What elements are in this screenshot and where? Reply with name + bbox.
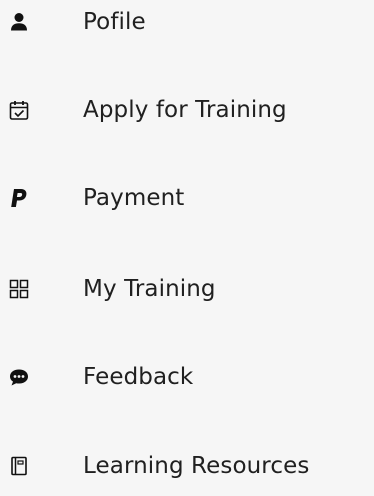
menu-item-my-training[interactable]: My Training bbox=[0, 259, 374, 319]
menu-item-label: Feedback bbox=[83, 364, 194, 390]
menu-item-apply-for-training[interactable]: Apply for Training bbox=[0, 80, 374, 140]
menu-item-profile[interactable]: Pofile bbox=[0, 0, 374, 52]
sidebar-menu: Pofile Apply for Training Payment My Tra… bbox=[0, 0, 374, 482]
grid-icon bbox=[8, 278, 30, 300]
menu-item-label: My Training bbox=[83, 276, 216, 302]
calendar-check-icon bbox=[8, 99, 30, 121]
menu-item-label: Payment bbox=[83, 185, 185, 211]
comment-dots-icon bbox=[8, 366, 30, 388]
menu-item-feedback[interactable]: Feedback bbox=[0, 347, 374, 407]
menu-item-label: Learning Resources bbox=[83, 453, 310, 479]
user-icon bbox=[8, 11, 30, 33]
menu-item-learning-resources[interactable]: Learning Resources bbox=[0, 436, 374, 496]
menu-item-label: Pofile bbox=[83, 9, 146, 35]
paypal-icon bbox=[8, 187, 30, 209]
book-icon bbox=[8, 455, 30, 477]
menu-item-label: Apply for Training bbox=[83, 97, 287, 123]
menu-item-payment[interactable]: Payment bbox=[0, 168, 374, 228]
